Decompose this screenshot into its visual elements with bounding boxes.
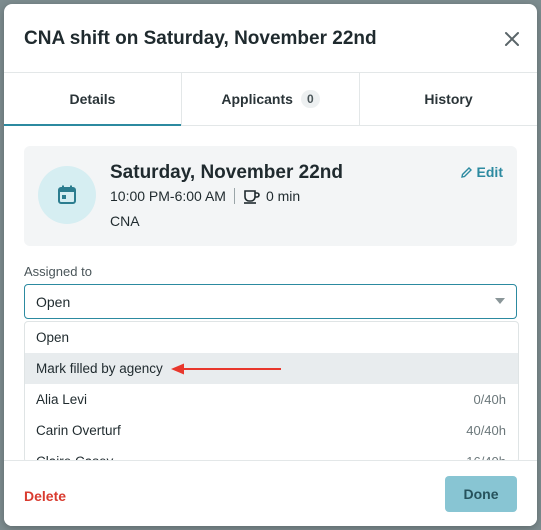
assigned-to-dropdown: Open Mark filled by agency Alia Levi 0/40… [24, 321, 519, 463]
calendar-icon [38, 166, 96, 224]
delete-button[interactable]: Delete [24, 488, 66, 504]
option-open[interactable]: Open [25, 322, 518, 353]
option-hours: 40/40h [466, 423, 506, 438]
tab-details-label: Details [69, 91, 116, 107]
done-button[interactable]: Done [445, 476, 517, 512]
option-label: Mark filled by agency [36, 361, 163, 376]
close-icon[interactable] [501, 28, 523, 50]
chevron-down-icon [495, 298, 505, 304]
option-label: Carin Overturf [36, 423, 121, 438]
applicants-count-badge: 0 [300, 90, 320, 108]
tab-details[interactable]: Details [4, 73, 182, 126]
annotation-arrow-icon [171, 362, 283, 381]
divider [233, 188, 235, 204]
coffee-cup-icon [243, 188, 261, 204]
tab-applicants[interactable]: Applicants 0 [182, 73, 360, 125]
shift-break: 0 min [265, 188, 301, 204]
edit-button[interactable]: Edit [460, 164, 503, 180]
shift-summary-card: Saturday, November 22nd 10:00 PM-6:00 AM… [24, 146, 517, 246]
pencil-icon [460, 166, 473, 179]
option-carin-overturf[interactable]: Carin Overturf 40/40h [25, 415, 518, 446]
assigned-to-label: Assigned to [24, 264, 92, 279]
tab-bar: Details Applicants 0 History [4, 72, 537, 126]
shift-date: Saturday, November 22nd [110, 162, 344, 183]
assigned-to-value: Open [36, 293, 71, 310]
option-alia-levi[interactable]: Alia Levi 0/40h [25, 384, 518, 415]
shift-time: 10:00 PM-6:00 AM [110, 188, 226, 204]
tab-history[interactable]: History [360, 73, 537, 125]
shift-modal: CNA shift on Saturday, November 22nd Det… [4, 4, 537, 526]
assigned-to-select[interactable]: Open [24, 284, 517, 319]
shift-time-row: 10:00 PM-6:00 AM 0 min [110, 188, 300, 204]
option-label: Open [36, 330, 70, 345]
edit-label: Edit [476, 164, 503, 180]
tab-applicants-label: Applicants [221, 91, 293, 107]
option-label: Alia Levi [36, 392, 88, 407]
option-hours: 0/40h [473, 392, 506, 407]
modal-title: CNA shift on Saturday, November 22nd [24, 28, 377, 49]
tab-history-label: History [424, 91, 473, 107]
shift-role: CNA [110, 213, 140, 229]
